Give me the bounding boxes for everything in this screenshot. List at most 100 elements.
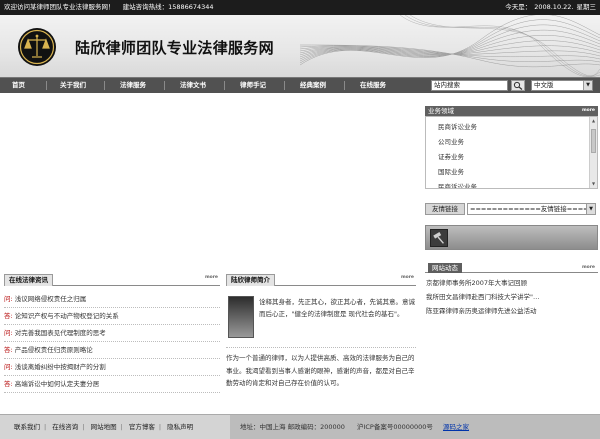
search-input[interactable]: 站内搜索	[431, 80, 508, 91]
scales-of-justice-icon	[18, 28, 56, 66]
lawyer-photo	[228, 296, 254, 338]
practice-areas-list: 民商诉讼业务 公司业务 证券业务 国际业务 民商诉讼业务 ▲ ▼	[425, 116, 598, 189]
footer-separator: |	[44, 423, 47, 431]
site-news-title: 网站动态	[428, 263, 462, 273]
main-nav: 首页 关于我们 法律服务 法律文书 律师手记 经典案例 在线服务 站内搜索 中文…	[0, 77, 600, 93]
welcome-text: 欢迎访问某律师团队专业法律服务网！	[4, 3, 115, 11]
practice-areas-title: 业务领域	[428, 107, 454, 115]
nav-item-cases[interactable]: 经典案例	[300, 78, 326, 93]
language-select[interactable]: 中文版 ▼	[531, 80, 593, 91]
date-value: 2008.10.22.	[534, 3, 574, 11]
news-item[interactable]: 我所田文昌律师赴西门科技大学讲学"…	[426, 290, 540, 304]
top-bar-left: 欢迎访问某律师团队专业法律服务网！ 建站咨询热线：15886674344	[4, 0, 214, 15]
practice-scrollbar[interactable]: ▲ ▼	[589, 117, 597, 188]
footer-info: 地址：中国上海 邮政编码：200000 沪ICP备案号00000000号 源码之…	[230, 415, 600, 439]
legal-consult-list: 问: 浅议网络侵权责任之归属 答: 论知识产权与不动产物权登记的关系 问: 对完…	[4, 291, 220, 393]
qa-text: 浅议网络侵权责任之归属	[14, 295, 87, 303]
practice-areas-header: 业务领域 more	[425, 106, 598, 116]
news-item[interactable]: 京都律师事务所2007年大事记回顾	[426, 276, 540, 290]
qa-prefix: 答:	[4, 380, 13, 388]
nav-separator	[224, 81, 225, 90]
list-item[interactable]: 答: 产品侵权责任归责原则略论	[4, 342, 220, 359]
friend-links-select[interactable]: =============友情链接============ ▼	[467, 203, 596, 215]
intro-more-link[interactable]: more	[401, 275, 414, 280]
qa-prefix: 答:	[4, 346, 13, 354]
scroll-thumb[interactable]	[591, 129, 596, 153]
list-item[interactable]: 问: 浅谈离婚纠纷中按揭财产的分割	[4, 359, 220, 376]
qa-text: 浅谈离婚纠纷中按揭财产的分割	[14, 363, 106, 371]
footer-link-blog[interactable]: 官方博客	[129, 423, 155, 431]
footer-credit-link[interactable]: 源码之家	[443, 423, 469, 431]
practice-item[interactable]: 民商诉讼业务	[438, 180, 477, 188]
nav-item-notes[interactable]: 律师手记	[240, 78, 266, 93]
qa-text: 产品侵权责任归责原则略论	[14, 346, 93, 354]
qa-prefix: 答:	[4, 312, 13, 320]
list-item[interactable]: 答: 高端诉讼中如何认定夫妻分居	[4, 376, 220, 393]
footer-link-contact[interactable]: 联系我们	[14, 423, 40, 431]
site-news-header: 网站动态 more	[425, 263, 598, 273]
footer-links: 联系我们 | 在线咨询 | 网站地图 | 官方博客 | 隐私声明	[12, 415, 195, 439]
nav-item-home[interactable]: 首页	[12, 78, 25, 93]
qa-text: 论知识产权与不动产物权登记的关系	[14, 312, 119, 320]
practice-item[interactable]: 民商诉讼业务	[438, 120, 477, 135]
banner-wave-decoration	[300, 15, 600, 77]
lawyer-intro-body: 作为一个普通的律师，以为人提供高质、高效的法律服务为自己的事业。我渴望看到当事人…	[226, 354, 415, 387]
hotline-number: 15886674344	[168, 3, 214, 11]
scroll-down-icon[interactable]: ▼	[591, 181, 596, 187]
footer-address: 地址：中国上海 邮政编码：200000	[240, 423, 345, 431]
nav-separator	[344, 81, 345, 90]
qa-prefix: 问:	[4, 363, 13, 371]
footer-link-consult[interactable]: 在线咨询	[52, 423, 78, 431]
nav-item-online[interactable]: 在线服务	[360, 78, 386, 93]
header-banner: 陆欣律师团队专业法律服务网	[0, 15, 600, 77]
site-title: 陆欣律师团队专业法律服务网	[75, 39, 274, 57]
top-bar-date: 今天是： 2008.10.22. 星期三	[502, 0, 596, 15]
lawyer-intro-header: 陆欣律师简介 more	[226, 274, 416, 286]
search-button[interactable]	[511, 80, 525, 91]
chevron-down-icon: ▼	[586, 204, 595, 214]
qa-text: 高端诉讼中如何认定夫妻分居	[14, 380, 100, 388]
legal-consult-title: 在线法律资讯	[4, 274, 53, 286]
gavel-banner[interactable]	[425, 225, 598, 250]
hotline-label: 建站咨询热线：	[122, 3, 169, 11]
nav-item-documents[interactable]: 法律文书	[180, 78, 206, 93]
gavel-icon	[430, 229, 448, 247]
site-news-list: 京都律师事务所2007年大事记回顾 我所田文昌律师赴西门科技大学讲学"… 陈亚霖…	[425, 274, 598, 324]
news-item[interactable]: 陈亚霖律师亲历奥运律师先进公益活动	[426, 304, 540, 318]
practice-item[interactable]: 国际业务	[438, 165, 477, 180]
consult-more-link[interactable]: more	[205, 275, 218, 280]
date-label: 今天是：	[505, 3, 532, 11]
news-more-link[interactable]: more	[582, 263, 595, 273]
lawyer-intro-text: 诠释其身者，先正其心，欲正其心者，先诚其意。意诚而后心正，"健全的法律制度是 现…	[259, 298, 415, 318]
nav-separator	[164, 81, 165, 90]
scroll-up-icon[interactable]: ▲	[591, 118, 596, 124]
footer-icp: 沪ICP备案号00000000号	[356, 423, 433, 431]
practice-item[interactable]: 证券业务	[438, 150, 477, 165]
friend-links-value: =============友情链接============	[470, 205, 595, 213]
weekday-value: 星期三	[576, 3, 597, 11]
nav-item-services[interactable]: 法律服务	[120, 78, 146, 93]
footer-link-privacy[interactable]: 隐私声明	[167, 423, 193, 431]
nav-separator	[104, 81, 105, 90]
practice-more-link[interactable]: more	[582, 106, 595, 116]
language-value: 中文版	[534, 81, 554, 89]
list-item[interactable]: 答: 论知识产权与不动产物权登记的关系	[4, 308, 220, 325]
chevron-down-icon: ▼	[583, 81, 592, 90]
qa-prefix: 问:	[4, 329, 13, 337]
legal-consult-header: 在线法律资讯 more	[4, 274, 220, 286]
top-bar: 欢迎访问某律师团队专业法律服务网！ 建站咨询热线：15886674344 今天是…	[0, 0, 600, 15]
nav-item-about[interactable]: 关于我们	[60, 78, 86, 93]
list-item[interactable]: 问: 浅议网络侵权责任之归属	[4, 291, 220, 308]
nav-separator	[284, 81, 285, 90]
lawyer-intro-title: 陆欣律师简介	[226, 274, 275, 286]
footer-link-sitemap[interactable]: 网站地图	[91, 423, 117, 431]
magnifier-icon	[513, 81, 523, 90]
practice-item[interactable]: 公司业务	[438, 135, 477, 150]
footer-separator: |	[120, 423, 123, 431]
qa-prefix: 问:	[4, 295, 13, 303]
footer-separator: |	[158, 423, 162, 431]
list-item[interactable]: 问: 对完善我国表见代理制度的思考	[4, 325, 220, 342]
footer: 联系我们 | 在线咨询 | 网站地图 | 官方博客 | 隐私声明 地址：中国上海 邮政编…	[0, 414, 600, 439]
friend-links-label: 友情链接	[425, 203, 465, 215]
qa-text: 对完善我国表见代理制度的思考	[14, 329, 106, 337]
